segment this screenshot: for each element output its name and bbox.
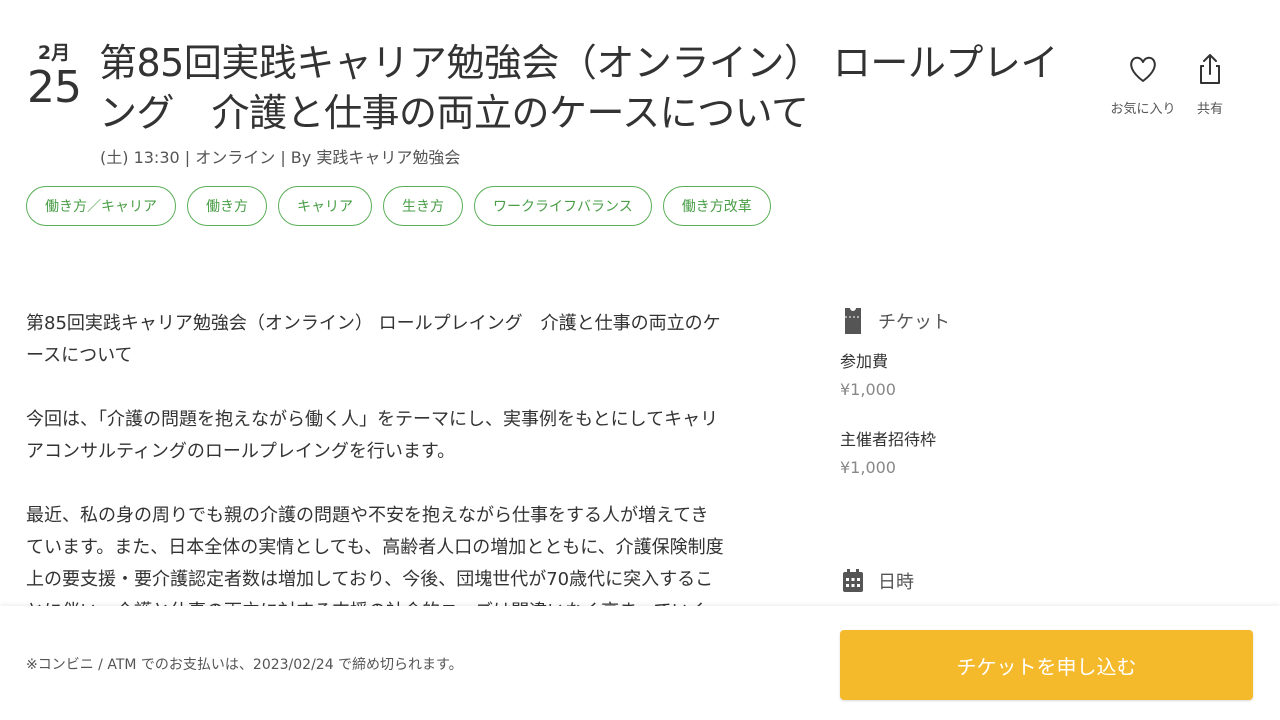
tag-item[interactable]: 生き方 xyxy=(383,186,463,226)
apply-ticket-button[interactable]: チケットを申し込む xyxy=(840,630,1253,700)
share-icon xyxy=(1200,54,1220,84)
event-meta: (土) 13:30 | オンライン | By 実践キャリア勉強会 xyxy=(100,148,461,167)
tag-item[interactable]: 働き方改革 xyxy=(662,186,771,226)
ticket-section: チケット 参加費 ¥1,000 主催者招待枠 ¥1,000 xyxy=(840,306,1240,480)
share-button[interactable]: 共有 xyxy=(1180,52,1240,117)
event-description: 第85回実践キャリア勉強会（オンライン） ロールプレイング 介護と仕事の両立のケ… xyxy=(26,308,726,608)
ticket-heading: チケット xyxy=(840,306,1240,336)
event-title: 第85回実践キャリア勉強会（オンライン） ロールプレイング 介護と仕事の両立のケ… xyxy=(99,41,1058,135)
tag-item[interactable]: 働き方／キャリア xyxy=(26,186,176,226)
heart-icon xyxy=(1130,56,1156,82)
tag-list: 働き方／キャリア 働き方 キャリア 生き方 ワークライフバランス 働き方改革 xyxy=(26,186,782,226)
tag-item[interactable]: 働き方 xyxy=(187,186,267,226)
calendar-icon xyxy=(840,568,866,594)
description-paragraph: 第85回実践キャリア勉強会（オンライン） ロールプレイング 介護と仕事の両立のケ… xyxy=(26,313,721,366)
ticket-icon xyxy=(840,308,866,334)
ticket-price: ¥1,000 xyxy=(840,458,896,477)
favorite-button[interactable]: お気に入り xyxy=(1100,52,1186,117)
datetime-section: 日時 xyxy=(840,566,914,596)
event-date: 2月 25 xyxy=(26,42,82,112)
ticket-label: 主催者招待枠 xyxy=(840,430,937,449)
ticket-price: ¥1,000 xyxy=(840,380,896,399)
datetime-heading: 日時 xyxy=(840,566,914,596)
favorite-label: お気に入り xyxy=(1110,102,1176,117)
description-paragraph: 今回は、「介護の問題を抱えながら働く人」をテーマにし、実事例をもとにしてキャリア… xyxy=(26,409,719,462)
event-day: 25 xyxy=(27,62,82,113)
share-label: 共有 xyxy=(1196,102,1223,117)
ticket-label: 参加費 xyxy=(840,352,889,371)
event-month: 2月 xyxy=(37,42,71,64)
payment-deadline-note: ※コンビニ / ATM でのお支払いは、2023/02/24 で締め切られます。 xyxy=(26,657,463,673)
event-actions: お気に入り 共有 xyxy=(1100,52,1240,117)
tag-item[interactable]: ワークライフバランス xyxy=(474,186,652,226)
tag-item[interactable]: キャリア xyxy=(278,186,372,226)
ticket-heading-text: チケット xyxy=(878,312,950,333)
datetime-heading-text: 日時 xyxy=(878,572,914,593)
bottom-bar: ※コンビニ / ATM でのお支払いは、2023/02/24 で締め切られます。… xyxy=(0,606,1280,720)
description-paragraph: 最近、私の身の周りでも親の介護の問題や不安を抱えながら仕事をする人が増えてきてい… xyxy=(26,505,724,608)
